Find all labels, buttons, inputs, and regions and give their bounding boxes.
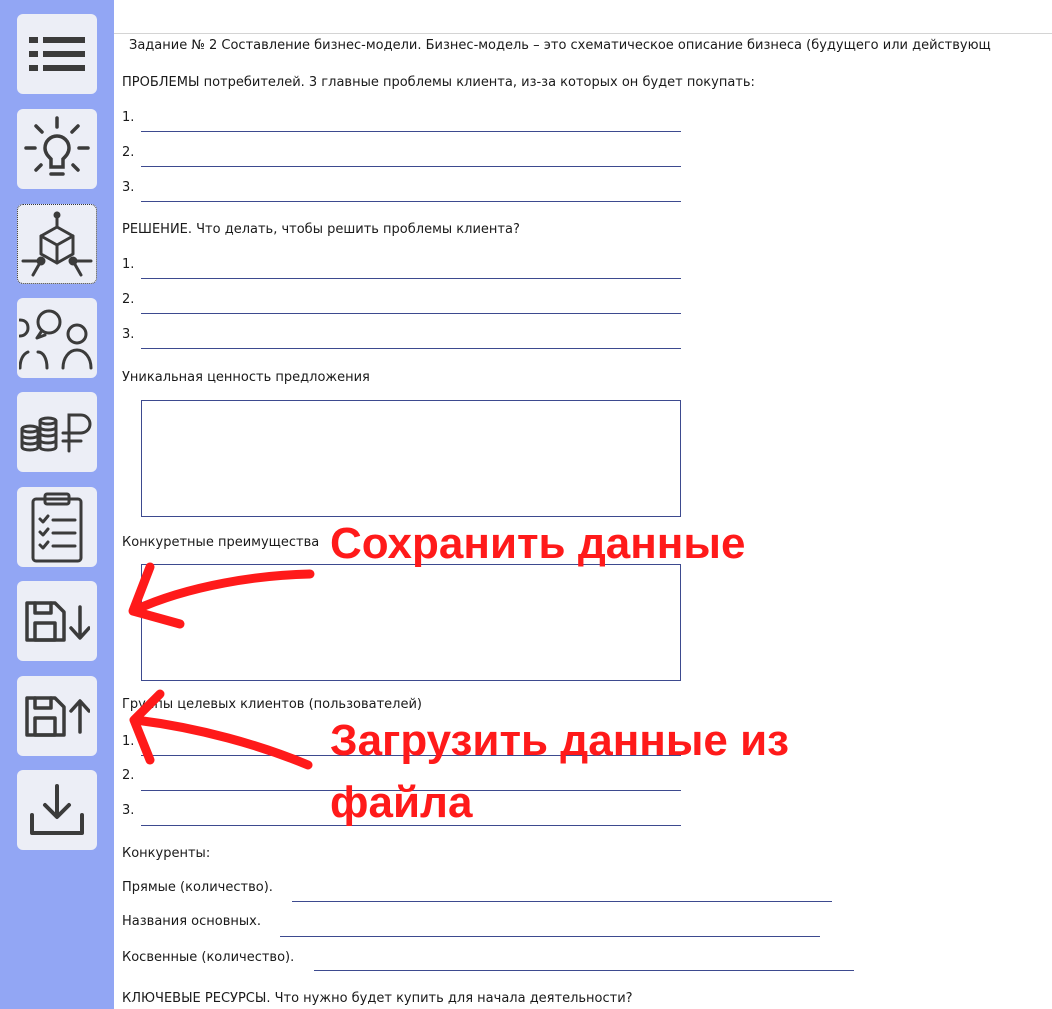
save-down-icon <box>25 601 90 642</box>
solution-1-number: 1. <box>122 257 135 272</box>
menu-icon <box>29 37 85 71</box>
problem-2-number: 2. <box>122 145 135 160</box>
solution-2-number: 2. <box>122 292 135 307</box>
target-2-number: 2. <box>122 768 135 783</box>
competitive-advantages-label: Конкуретные преимущества <box>122 535 320 550</box>
direct-competitors-input[interactable] <box>292 901 832 902</box>
save-annotation: Сохранить данные <box>330 519 746 568</box>
competitive-advantages-textarea[interactable] <box>141 564 681 681</box>
download-icon <box>30 784 84 835</box>
form-area: Задание № 2 Составление бизнес-модели. Б… <box>114 0 1052 1009</box>
target-1-number: 1. <box>122 734 135 749</box>
competitors-label: Конкуренты: <box>122 846 211 861</box>
business-model-button[interactable] <box>17 204 97 284</box>
solution-3-number: 3. <box>122 327 135 342</box>
competitor-names-label: Названия основных. <box>122 914 261 929</box>
menu-button[interactable] <box>17 14 97 94</box>
solution-1-input[interactable] <box>141 278 681 279</box>
target-3-number: 3. <box>122 803 135 818</box>
download-button[interactable] <box>17 770 97 850</box>
problem-3-number: 3. <box>122 180 135 195</box>
problem-1-number: 1. <box>122 110 135 125</box>
unique-value-textarea[interactable] <box>141 400 681 517</box>
key-resources-label: КЛЮЧЕВЫЕ РЕСУРСЫ. Что нужно будет купить… <box>122 991 633 1006</box>
indirect-competitors-label: Косвенные (количество). <box>122 950 295 965</box>
load-annotation-line1: Загрузить данные из <box>330 716 790 765</box>
finance-button[interactable] <box>17 392 97 472</box>
save-data-button[interactable] <box>17 581 97 661</box>
competitor-names-input[interactable] <box>280 936 820 937</box>
divider <box>114 33 1052 34</box>
target-groups-label: Группы целевых клиентов (пользователей) <box>122 697 422 712</box>
page-title: Задание № 2 Составление бизнес-модели. Б… <box>129 38 991 53</box>
load-annotation-line2: файла <box>330 778 473 827</box>
indirect-competitors-input[interactable] <box>314 970 854 971</box>
unique-value-label: Уникальная ценность предложения <box>122 370 370 385</box>
coins-ruble-icon <box>20 413 92 453</box>
direct-competitors-label: Прямые (количество). <box>122 880 273 895</box>
idea-button[interactable] <box>17 109 97 189</box>
sidebar <box>0 0 114 1009</box>
clipboard-icon <box>31 492 83 563</box>
people-chat-icon <box>19 309 93 370</box>
problem-1-input[interactable] <box>141 131 681 132</box>
cube-network-icon <box>21 211 93 277</box>
solution-3-input[interactable] <box>141 348 681 349</box>
problem-2-input[interactable] <box>141 166 681 167</box>
problems-label: ПРОБЛЕМЫ потребителей. 3 главные проблем… <box>122 75 755 90</box>
solution-label: РЕШЕНИЕ. Что делать, чтобы решить пробле… <box>122 222 520 237</box>
clients-button[interactable] <box>17 298 97 378</box>
problem-3-input[interactable] <box>141 201 681 202</box>
load-data-button[interactable] <box>17 676 97 756</box>
task-list-button[interactable] <box>17 487 97 567</box>
save-up-icon <box>25 696 90 737</box>
solution-2-input[interactable] <box>141 313 681 314</box>
lightbulb-icon <box>24 116 90 176</box>
